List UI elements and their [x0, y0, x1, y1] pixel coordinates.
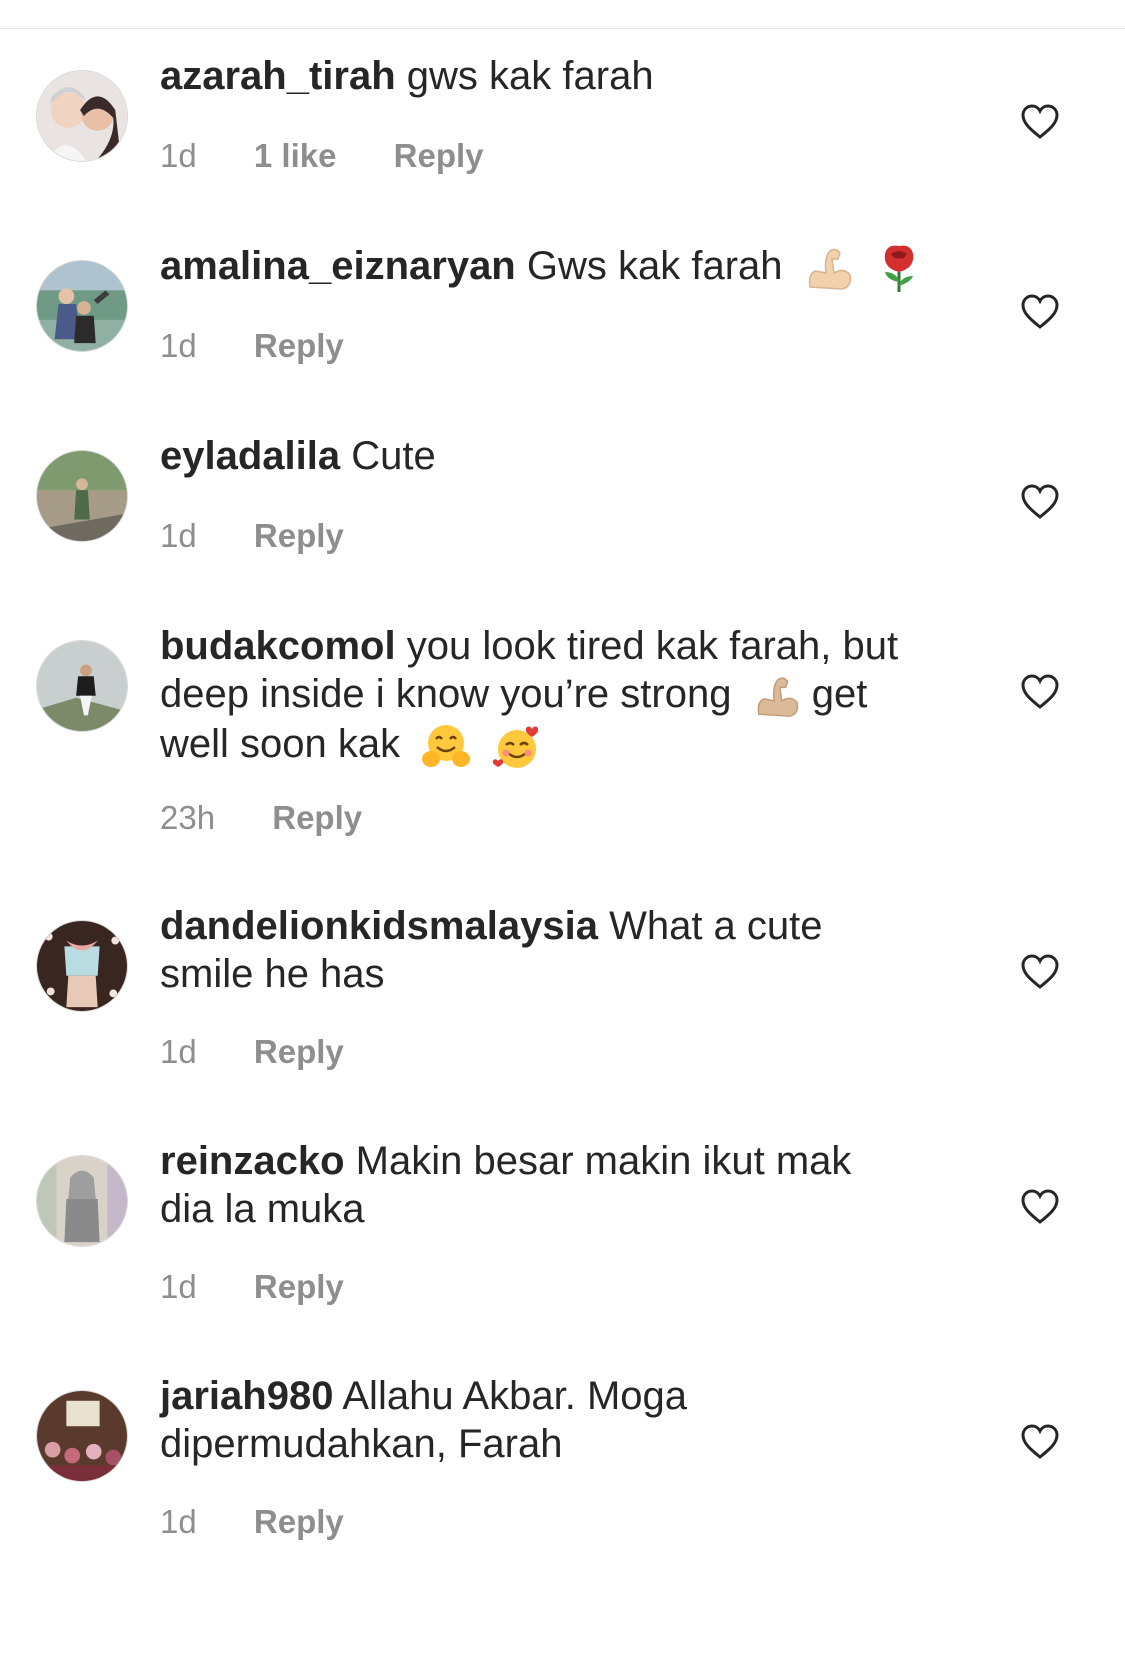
comment-meta: 1d Reply — [160, 516, 392, 556]
comment-meta: 1d Reply — [160, 326, 392, 366]
comment-time: 1d — [160, 1033, 197, 1070]
comment-time: 23h — [160, 799, 216, 836]
comment-text-line-1: What a cute — [609, 904, 823, 948]
heart-icon[interactable] — [1020, 674, 1060, 710]
flexed-biceps-emoji — [808, 249, 851, 291]
comment-body: amalina_eiznaryan Gws kak farah — [160, 242, 960, 294]
comment-username[interactable]: azarah_tirah — [160, 54, 396, 98]
heart-icon[interactable] — [1020, 954, 1060, 990]
comment-meta: 23h Reply — [160, 798, 410, 838]
heart-icon[interactable] — [1020, 484, 1060, 520]
avatar[interactable] — [36, 70, 128, 162]
comment-body: jariah980 Allahu Akbar. Moga dipermudahk… — [160, 1372, 960, 1468]
comment-text: gws kak farah — [406, 54, 654, 98]
comment-likes[interactable]: 1 like — [254, 136, 337, 176]
comment-text-line-1: Makin besar makin ikut mak — [355, 1139, 852, 1183]
top-divider — [0, 28, 1125, 29]
flexed-biceps-emoji — [757, 677, 798, 718]
avatar[interactable] — [36, 260, 128, 352]
smiling-face-with-hearts-emoji — [493, 726, 539, 768]
comment-time: 1d — [160, 137, 197, 174]
comment-text-line-1: Allahu Akbar. Moga — [342, 1374, 688, 1418]
comment-body: dandelionkidsmalaysia What a cute smile … — [160, 902, 960, 998]
comment-text-line-2: dia la muka — [160, 1187, 365, 1231]
avatar[interactable] — [36, 640, 128, 732]
reply-button[interactable]: Reply — [254, 326, 344, 366]
comment-body: reinzacko Makin besar makin ikut mak dia… — [160, 1137, 960, 1233]
comment-username[interactable]: amalina_eiznaryan — [160, 244, 516, 288]
comment-body: eyladalila Cute — [160, 432, 960, 480]
comment-text-line-2b: get — [811, 672, 868, 716]
comment-username[interactable]: jariah980 — [160, 1374, 333, 1418]
comment-text-line-2: deep inside i know you’re strong — [160, 672, 732, 716]
reply-button[interactable]: Reply — [254, 1267, 344, 1307]
comment-username[interactable]: eyladalila — [160, 434, 340, 478]
hugging-face-emoji — [422, 724, 471, 767]
comment-time: 1d — [160, 1503, 197, 1540]
reply-button[interactable]: Reply — [272, 798, 362, 838]
comment-username[interactable]: dandelionkidsmalaysia — [160, 904, 598, 948]
heart-icon[interactable] — [1020, 294, 1060, 330]
comment-text: Gws kak farah — [526, 244, 783, 288]
comment-meta: 1d Reply — [160, 1502, 392, 1542]
comment-text-line-2: dipermudahkan, Farah — [160, 1422, 563, 1466]
reply-button[interactable]: Reply — [254, 1032, 344, 1072]
comment-text: Cute — [351, 434, 436, 478]
comment-text-line-3: well soon kak — [160, 722, 401, 767]
avatar[interactable] — [36, 1390, 128, 1482]
reply-button[interactable]: Reply — [254, 516, 344, 556]
comment-time: 1d — [160, 517, 197, 554]
comment-body: azarah_tirah gws kak farah — [160, 52, 960, 100]
rose-emoji — [884, 246, 914, 293]
comment-text-line-1: you look tired kak farah, but — [406, 624, 899, 668]
comment-meta: 1d Reply — [160, 1267, 392, 1307]
heart-icon[interactable] — [1020, 1189, 1060, 1225]
reply-button[interactable]: Reply — [254, 1502, 344, 1542]
avatar[interactable] — [36, 450, 128, 542]
comment-text-line-2: smile he has — [160, 952, 385, 996]
comment-username[interactable]: reinzacko — [160, 1139, 345, 1183]
comment-meta: 1d Reply — [160, 1032, 392, 1072]
heart-icon[interactable] — [1020, 1424, 1060, 1460]
heart-icon[interactable] — [1020, 104, 1060, 140]
avatar[interactable] — [36, 1155, 128, 1247]
comment-meta: 1d 1 like Reply — [160, 136, 532, 176]
comment-body: budakcomol you look tired kak farah, but… — [160, 622, 960, 771]
avatar[interactable] — [36, 920, 128, 1012]
comment-username[interactable]: budakcomol — [160, 624, 396, 668]
comment-time: 1d — [160, 327, 197, 364]
comment-time: 1d — [160, 1268, 197, 1305]
reply-button[interactable]: Reply — [394, 136, 484, 176]
